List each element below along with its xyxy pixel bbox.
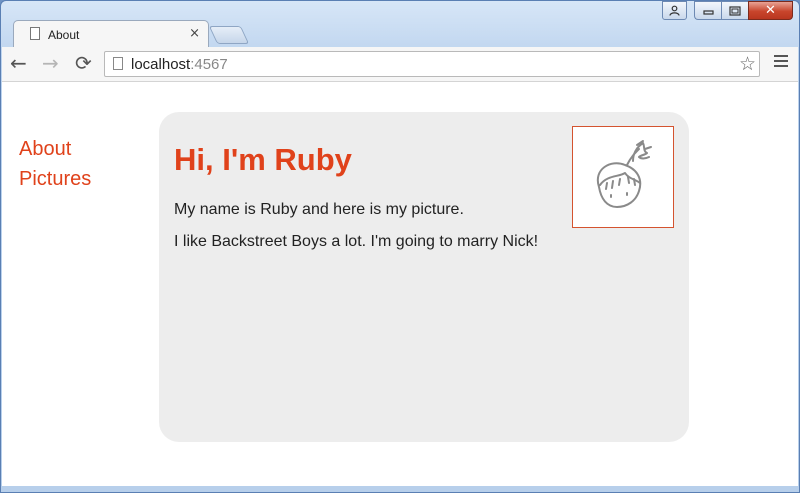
page-icon (30, 27, 40, 40)
reload-icon[interactable]: ⟳ (75, 53, 92, 73)
browser-toolbar: ← → ⟳ localhost:4567 ☆ (2, 47, 798, 82)
address-bar[interactable]: localhost:4567 ☆ (104, 51, 760, 77)
tab-about[interactable]: About × (13, 20, 209, 48)
url-text[interactable]: localhost:4567 (131, 56, 228, 73)
page-heading: Hi, I'm Ruby (174, 142, 352, 177)
bookmark-star-icon[interactable]: ☆ (739, 53, 756, 75)
window-bottom-border (1, 486, 799, 492)
menu-icon[interactable] (774, 55, 788, 70)
site-nav: About Pictures (19, 134, 91, 194)
ruby-doodle-icon (596, 140, 652, 208)
maximize-button[interactable] (721, 1, 748, 20)
new-tab-button[interactable] (208, 26, 250, 44)
tab-title: About (48, 28, 80, 42)
page-icon (113, 57, 123, 70)
url-port: :4567 (190, 56, 228, 73)
hobby-paragraph: I like Backstreet Boys a lot. I'm going … (174, 233, 539, 250)
url-host: localhost (131, 56, 191, 73)
window-controls: ✕ (662, 1, 793, 20)
back-arrow-icon[interactable]: ← (10, 53, 27, 73)
user-icon[interactable] (662, 1, 687, 20)
profile-picture (572, 126, 674, 228)
forward-arrow-icon[interactable]: → (42, 53, 59, 73)
nav-link-about[interactable]: About (19, 134, 91, 164)
browser-window: ✕ About × ← → ⟳ localhost:4567 ☆ About P… (0, 0, 800, 493)
intro-paragraph: My name is Ruby and here is my picture. (174, 201, 464, 218)
close-window-button[interactable]: ✕ (748, 1, 793, 20)
nav-link-pictures[interactable]: Pictures (19, 164, 91, 194)
page-viewport: About Pictures Hi, I'm Ruby My name is R… (2, 82, 798, 486)
close-icon: ✕ (765, 3, 776, 18)
about-card: Hi, I'm Ruby My name is Ruby and here is… (159, 112, 689, 442)
close-tab-icon[interactable]: × (189, 26, 200, 41)
minimize-button[interactable] (694, 1, 721, 20)
